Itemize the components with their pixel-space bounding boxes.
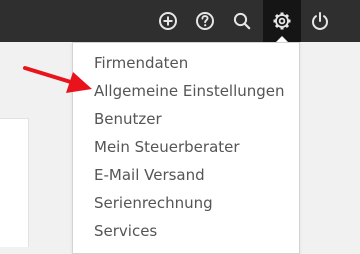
red-annotation-arrow xyxy=(23,66,92,93)
